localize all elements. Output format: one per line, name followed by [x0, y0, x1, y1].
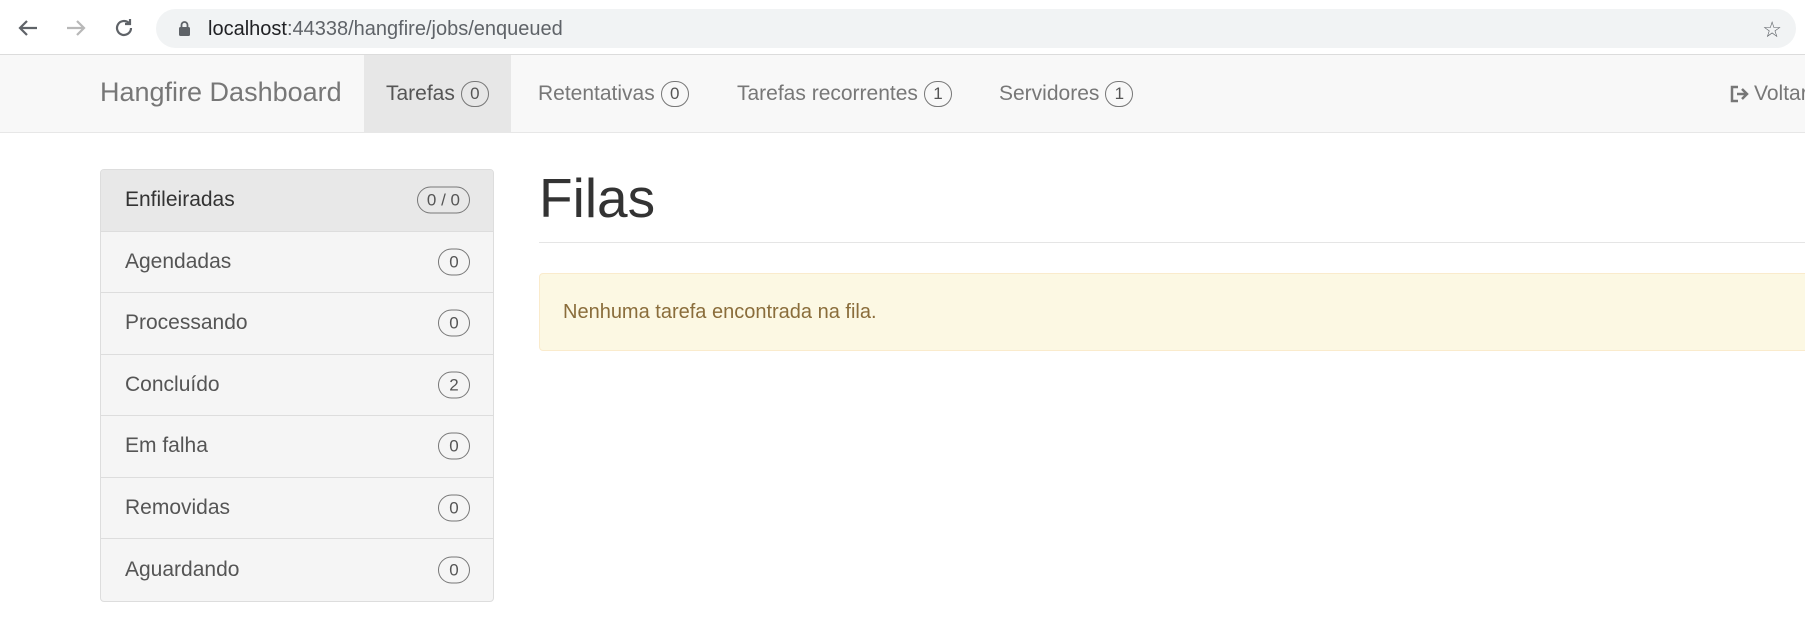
sidebar-item-label: Aguardando — [125, 557, 240, 581]
jobs-sidebar: Enfileiradas 0 / 0 Agendadas 0 Processan… — [100, 169, 494, 602]
sidebar-item-label: Agendadas — [125, 249, 232, 273]
lock-icon — [176, 20, 193, 37]
nav-item-label: Tarefas — [386, 81, 455, 105]
nav-item-label: Servidores — [999, 81, 1100, 105]
nav-count-badge: 1 — [923, 80, 952, 107]
page-title: Filas — [539, 167, 656, 229]
forward-arrow-icon[interactable] — [58, 10, 94, 46]
url-path: :44338/hangfire/jobs/enqueued — [286, 18, 563, 40]
back-arrow-icon[interactable] — [10, 10, 46, 46]
sidebar-item-concluido[interactable]: Concluído 2 — [101, 355, 493, 416]
nav-item-label: Tarefas recorrentes — [737, 81, 918, 105]
nav-item-tarefas[interactable]: Tarefas 0 — [364, 55, 511, 132]
url-text: localhost:44338/hangfire/jobs/enqueued — [208, 18, 563, 41]
sidebar-item-enfileiradas[interactable]: Enfileiradas 0 / 0 — [101, 170, 493, 232]
sidebar-item-label: Processando — [125, 311, 248, 335]
sidebar-item-em-falha[interactable]: Em falha 0 — [101, 416, 493, 478]
sidebar-item-label: Concluído — [125, 372, 220, 396]
sidebar-count-badge: 0 — [438, 248, 470, 276]
address-bar[interactable]: localhost:44338/hangfire/jobs/enqueued ☆ — [156, 9, 1796, 48]
reload-icon[interactable] — [106, 10, 142, 46]
sidebar-item-label: Em falha — [125, 434, 208, 458]
brand-link[interactable]: Hangfire Dashboard — [100, 77, 342, 108]
sidebar-item-aguardando[interactable]: Aguardando 0 — [101, 539, 493, 601]
sidebar-count-badge: 0 / 0 — [416, 186, 470, 214]
nav-item-label: Retentativas — [538, 81, 655, 105]
top-navbar: Hangfire Dashboard Tarefas 0 Retentativas… — [0, 55, 1805, 133]
sidebar-count-badge: 2 — [438, 371, 470, 399]
sidebar-item-agendadas[interactable]: Agendadas 0 — [101, 232, 493, 293]
nav-item-servidores[interactable]: Servidores 1 — [977, 55, 1155, 132]
sidebar-count-badge: 0 — [438, 432, 470, 460]
sign-out-icon — [1730, 85, 1749, 102]
nav-count-badge: 0 — [460, 80, 489, 107]
sidebar-item-processando[interactable]: Processando 0 — [101, 293, 493, 355]
nav-count-badge: 1 — [1105, 80, 1134, 107]
nav-item-tarefas-recorrentes[interactable]: Tarefas recorrentes 1 — [715, 55, 974, 132]
sidebar-item-label: Enfileiradas — [125, 188, 235, 212]
url-host: localhost — [208, 18, 287, 40]
sidebar-count-badge: 0 — [438, 494, 470, 522]
sidebar-item-removidas[interactable]: Removidas 0 — [101, 478, 493, 539]
browser-toolbar: localhost:44338/hangfire/jobs/enqueued ☆ — [0, 0, 1805, 55]
sidebar-count-badge: 0 — [438, 309, 470, 337]
sidebar-item-label: Removidas — [125, 495, 231, 519]
alert-message: Nenhuma tarefa encontrada na fila. — [563, 301, 877, 323]
sidebar-count-badge: 0 — [438, 556, 470, 584]
back-to-site-link[interactable]: Voltar — [1728, 55, 1805, 132]
nav-count-badge: 0 — [660, 80, 689, 107]
back-to-site-label: Voltar — [1754, 81, 1805, 105]
title-divider — [539, 242, 1805, 243]
bookmark-star-icon[interactable]: ☆ — [1762, 17, 1782, 43]
nav-item-retentativas[interactable]: Retentativas 0 — [516, 55, 711, 132]
empty-queue-alert: Nenhuma tarefa encontrada na fila. — [539, 273, 1805, 351]
